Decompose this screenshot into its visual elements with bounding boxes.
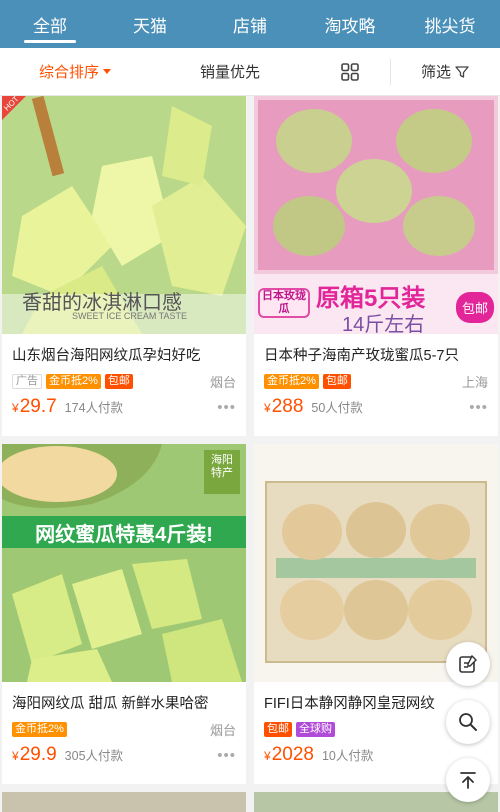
back-to-top-icon [460,772,476,789]
tab-tmall[interactable]: 天猫 [100,0,200,48]
price: 288 [271,396,304,417]
product-grid: HOT 香甜的冰淇淋口感 SWEET ICE CREAM TASTE 山东烟台海… [0,96,500,812]
promo-banner-text: 网纹蜜瓜特惠4斤装! [35,523,213,546]
location: 上海 [461,374,488,390]
search-icon [459,713,477,731]
variety-badge: 日本玫珑瓜 [258,288,310,318]
grid-view-icon [341,62,359,81]
tab-shops[interactable]: 店铺 [200,0,300,48]
location: 烟台 [209,374,236,390]
currency-symbol: ¥ [264,749,271,763]
product-title[interactable]: 山东烟台海阳网纹瓜孕妇好吃 [12,346,236,366]
sales-count: 10人付款 [321,749,374,763]
sort-default-label: 综合排序 [38,64,99,81]
layout-toggle-button[interactable] [310,48,390,95]
location: 烟台 [209,722,236,738]
currency-symbol: ¥ [12,401,19,415]
coin-discount-badge: 金币抵2% [12,721,67,737]
product-card[interactable]: 日本玫珑瓜 原箱5只装 14斤左右 包邮 日本种子海南产玫珑蜜瓜5-7只 金币抵… [254,96,498,436]
category-tabs: 全部 天猫 店铺 淘攻略 挑尖货 [0,0,500,48]
sort-bar: 综合排序 销量优先 筛选 [0,48,500,96]
price: 2028 [271,744,314,765]
free-shipping-badge: 包邮 [322,373,351,389]
coin-discount-badge: 金币抵2% [46,373,101,389]
ad-badge: 广告 [12,373,42,389]
coin-discount-badge: 金币抵2% [264,373,319,389]
filter-label: 筛选 [420,64,451,81]
more-options-button[interactable]: ••• [217,747,236,764]
sort-sales-label: 销量优先 [199,64,260,81]
product-title[interactable]: 海阳网纹瓜 甜瓜 新鲜水果哈密 [12,694,236,714]
product-title[interactable]: 日本种子海南产玫珑蜜瓜5-7只 [264,346,488,366]
product-image[interactable]: 网纹蜜瓜特惠4斤装! 海阳特产 [2,444,246,682]
image-caption-en: SWEET ICE CREAM TASTE [72,311,188,321]
product-card[interactable]: 网纹蜜瓜特惠4斤装! 海阳特产 海阳网纹瓜 甜瓜 新鲜水果哈密 金币抵2% 烟台… [2,444,246,784]
price: 29.9 [19,744,57,765]
origin-stamp: 海阳特产 [211,454,233,479]
promo-banner: 网纹蜜瓜特惠4斤装! [2,516,246,548]
global-buy-badge: 全球购 [296,721,335,737]
product-image[interactable]: HOT 香甜的冰淇淋口感 SWEET ICE CREAM TASTE [2,96,246,334]
product-image[interactable] [2,792,246,812]
sort-sales-button[interactable]: 销量优先 [150,48,310,95]
product-card[interactable]: HOT 香甜的冰淇淋口感 SWEET ICE CREAM TASTE 山东烟台海… [2,96,246,436]
sales-count: 305人付款 [64,749,124,763]
image-subline: 14斤左右 [342,314,425,334]
caret-down-icon [103,69,111,74]
edit-icon [459,654,477,673]
tab-premium[interactable]: 挑尖货 [400,0,500,48]
currency-symbol: ¥ [264,401,271,415]
filter-funnel-icon [455,65,469,78]
filter-button[interactable]: 筛选 [390,58,500,85]
edit-button[interactable] [446,642,490,686]
back-to-top-button[interactable] [446,758,490,802]
free-shipping-badge: 包邮 [264,721,292,737]
price: 29.7 [19,396,57,417]
tab-all[interactable]: 全部 [0,0,100,48]
currency-symbol: ¥ [12,749,19,763]
tab-guides[interactable]: 淘攻略 [300,0,400,48]
more-options-button[interactable]: ••• [469,399,488,416]
sales-count: 50人付款 [311,401,363,415]
free-shipping-badge: 包邮 [104,373,133,389]
sales-count: 174人付款 [64,401,124,415]
search-similar-button[interactable] [446,700,490,744]
free-shipping-stamp: 包邮 [455,292,494,323]
product-image[interactable]: 日本玫珑瓜 原箱5只装 14斤左右 包邮 [254,96,498,334]
product-card[interactable] [2,792,246,812]
sort-default-button[interactable]: 综合排序 [0,48,150,95]
more-options-button[interactable]: ••• [217,399,236,416]
